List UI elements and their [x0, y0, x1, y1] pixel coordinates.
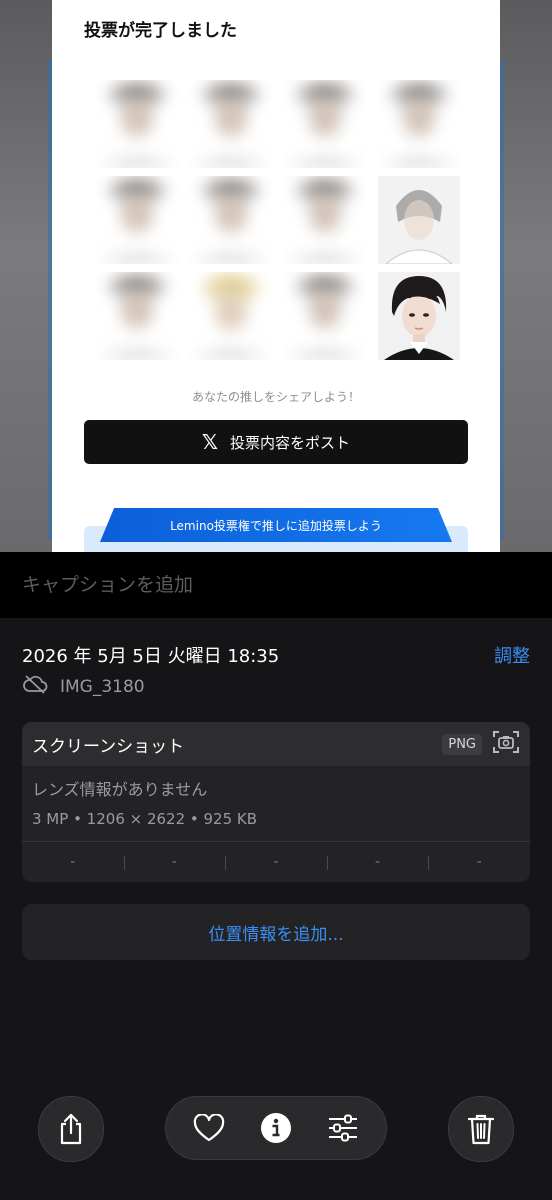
x-logo-icon: 𝕏: [201, 430, 219, 454]
exif-value: -: [225, 854, 327, 870]
photo-edge-right: [500, 0, 552, 552]
share-button[interactable]: [38, 1096, 104, 1162]
lens-info: レンズ情報がありません: [32, 780, 208, 799]
lemino-banner-label: Lemino投票権で推しに追加投票しよう: [170, 518, 382, 533]
action-pill: [165, 1096, 387, 1160]
heart-icon[interactable]: [189, 1108, 229, 1148]
post-button-label: 投票内容をポスト: [230, 433, 351, 452]
exif-row: - - - - -: [22, 841, 530, 882]
caption-bar: キャプションを追加: [0, 552, 552, 618]
adjust-datetime-button[interactable]: 調整: [494, 642, 530, 668]
metadata-card: スクリーンショット PNG レンズ情報がありません 3 MP • 1206 × …: [22, 722, 530, 882]
share-icon: [51, 1109, 91, 1149]
member-photo: [96, 176, 178, 264]
photo-datetime: 2026 年 5月 5日 火曜日 18:35: [22, 646, 280, 667]
share-hint: あなたの推しをシェアしよう！: [191, 390, 360, 404]
photo-edge-left: [0, 0, 52, 552]
capture-type-label: スクリーンショット: [32, 736, 185, 757]
member-photo: [284, 80, 366, 168]
add-location-button[interactable]: 位置情報を追加...: [22, 904, 530, 960]
member-photo: [284, 272, 366, 360]
exif-value: -: [326, 854, 429, 870]
cloud-slash-icon: [22, 674, 48, 699]
format-badge: PNG: [442, 733, 482, 755]
file-name: IMG_3180: [60, 676, 145, 697]
member-grid: [96, 80, 460, 360]
post-on-x-button: 𝕏 投票内容をポスト: [84, 420, 468, 464]
delete-button[interactable]: [448, 1096, 514, 1162]
member-photo: [284, 176, 366, 264]
screenshot-icon: [492, 729, 520, 759]
member-photo: [378, 176, 460, 264]
vote-complete-title: 投票が完了しました: [84, 21, 237, 41]
exif-value: -: [123, 854, 226, 870]
member-photo: [96, 80, 178, 168]
metadata-card-header: スクリーンショット PNG: [22, 722, 530, 766]
member-photo: [96, 272, 178, 360]
add-location-label: 位置情報を追加...: [208, 924, 344, 945]
caption-input[interactable]: キャプションを追加: [22, 570, 193, 597]
member-photo-selected: [378, 272, 460, 360]
member-photo: [190, 272, 272, 360]
trash-icon: [461, 1109, 501, 1149]
info-icon[interactable]: [256, 1108, 296, 1148]
exif-value: -: [70, 854, 76, 870]
lemino-banner: Lemino投票権で推しに追加投票しよう: [100, 508, 452, 542]
member-photo: [190, 80, 272, 168]
file-info: IMG_3180: [22, 674, 145, 699]
member-photo: [190, 176, 272, 264]
exif-value: -: [428, 854, 530, 870]
member-photo: [378, 80, 460, 168]
image-specs: 3 MP • 1206 × 2622 • 925 KB: [32, 810, 258, 828]
photo-preview[interactable]: 投票が完了しました あなたの推しをシェアしよう！ 𝕏 投票内容をポスト Lemi…: [0, 0, 552, 552]
screenshot-content: 投票が完了しました あなたの推しをシェアしよう！ 𝕏 投票内容をポスト Lemi…: [52, 0, 500, 552]
sliders-icon[interactable]: [323, 1108, 363, 1148]
